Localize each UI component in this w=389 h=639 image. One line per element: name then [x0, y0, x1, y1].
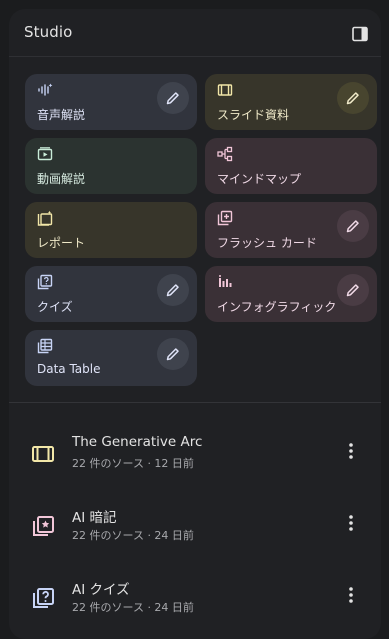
tile-video-overview[interactable]: 動画解説 [25, 138, 197, 194]
quiz-icon [33, 588, 54, 608]
tile-label: インフォグラフィック [217, 300, 337, 314]
edit-button[interactable] [157, 82, 189, 114]
tile-label: Data Table [37, 362, 101, 376]
tile-label: レポート [37, 236, 86, 250]
slides-icon [32, 446, 54, 462]
mind-map-icon [217, 146, 233, 162]
tile-slides[interactable]: スライド資料 [205, 74, 377, 130]
audio-waveform-icon [38, 83, 53, 96]
tile-label: マインドマップ [217, 172, 302, 186]
tile-data-table[interactable]: Data Table [25, 330, 197, 386]
section-divider [9, 402, 381, 403]
flashcards-icon [33, 516, 54, 536]
output-meta: 22 件のソース · 24 日前 [72, 601, 194, 614]
pencil-icon [346, 284, 359, 297]
tile-label: フラッシュ カード [217, 236, 317, 250]
more-options-button[interactable] [337, 581, 365, 609]
tile-infographic[interactable]: インフォグラフィック [205, 266, 377, 322]
pencil-icon [346, 220, 359, 233]
data-table-icon [37, 338, 53, 354]
collapse-panel-icon [352, 26, 368, 42]
output-item[interactable]: AI クイズ 22 件のソース · 24 日前 [9, 575, 381, 633]
output-title: The Generative Arc [72, 434, 203, 450]
tile-label: スライド資料 [217, 108, 290, 122]
studio-header: Studio [9, 9, 381, 57]
panel-title: Studio [24, 23, 73, 41]
slides-icon [217, 84, 233, 96]
more-options-button[interactable] [337, 437, 365, 465]
output-title: AI クイズ [72, 582, 130, 598]
tile-label: 動画解説 [37, 172, 86, 186]
pencil-icon [346, 92, 359, 105]
tile-quiz[interactable]: クイズ [25, 266, 197, 322]
edit-button[interactable] [157, 274, 189, 306]
output-meta: 22 件のソース · 12 日前 [72, 457, 194, 470]
edit-button[interactable] [337, 82, 369, 114]
report-icon [37, 210, 53, 226]
more-vert-icon [349, 443, 353, 459]
tile-flashcards[interactable]: フラッシュ カード [205, 202, 377, 258]
output-item[interactable]: The Generative Arc 22 件のソース · 12 日前 [9, 431, 381, 489]
video-icon [37, 147, 53, 161]
output-item[interactable]: AI 暗記 22 件のソース · 24 日前 [9, 503, 381, 561]
pencil-icon [166, 92, 179, 105]
tile-label: クイズ [37, 300, 73, 314]
studio-panel: Studio 音声解説 スライド資料 動画解説 マインドマップ レポート フラッ… [9, 9, 381, 639]
quiz-icon [37, 274, 53, 290]
pencil-icon [166, 284, 179, 297]
flashcards-icon [217, 210, 233, 226]
more-options-button[interactable] [337, 509, 365, 537]
collapse-panel-button[interactable] [349, 23, 371, 45]
more-vert-icon [349, 515, 353, 531]
tile-mind-map[interactable]: マインドマップ [205, 138, 377, 194]
edit-button[interactable] [337, 274, 369, 306]
edit-button[interactable] [157, 338, 189, 370]
output-meta: 22 件のソース · 24 日前 [72, 529, 194, 542]
tile-audio-overview[interactable]: 音声解説 [25, 74, 197, 130]
infographic-icon [219, 275, 232, 287]
pencil-icon [166, 348, 179, 361]
output-title: AI 暗記 [72, 510, 117, 526]
more-vert-icon [349, 587, 353, 603]
tile-label: 音声解説 [37, 108, 86, 122]
tile-report[interactable]: レポート [25, 202, 197, 258]
edit-button[interactable] [337, 210, 369, 242]
